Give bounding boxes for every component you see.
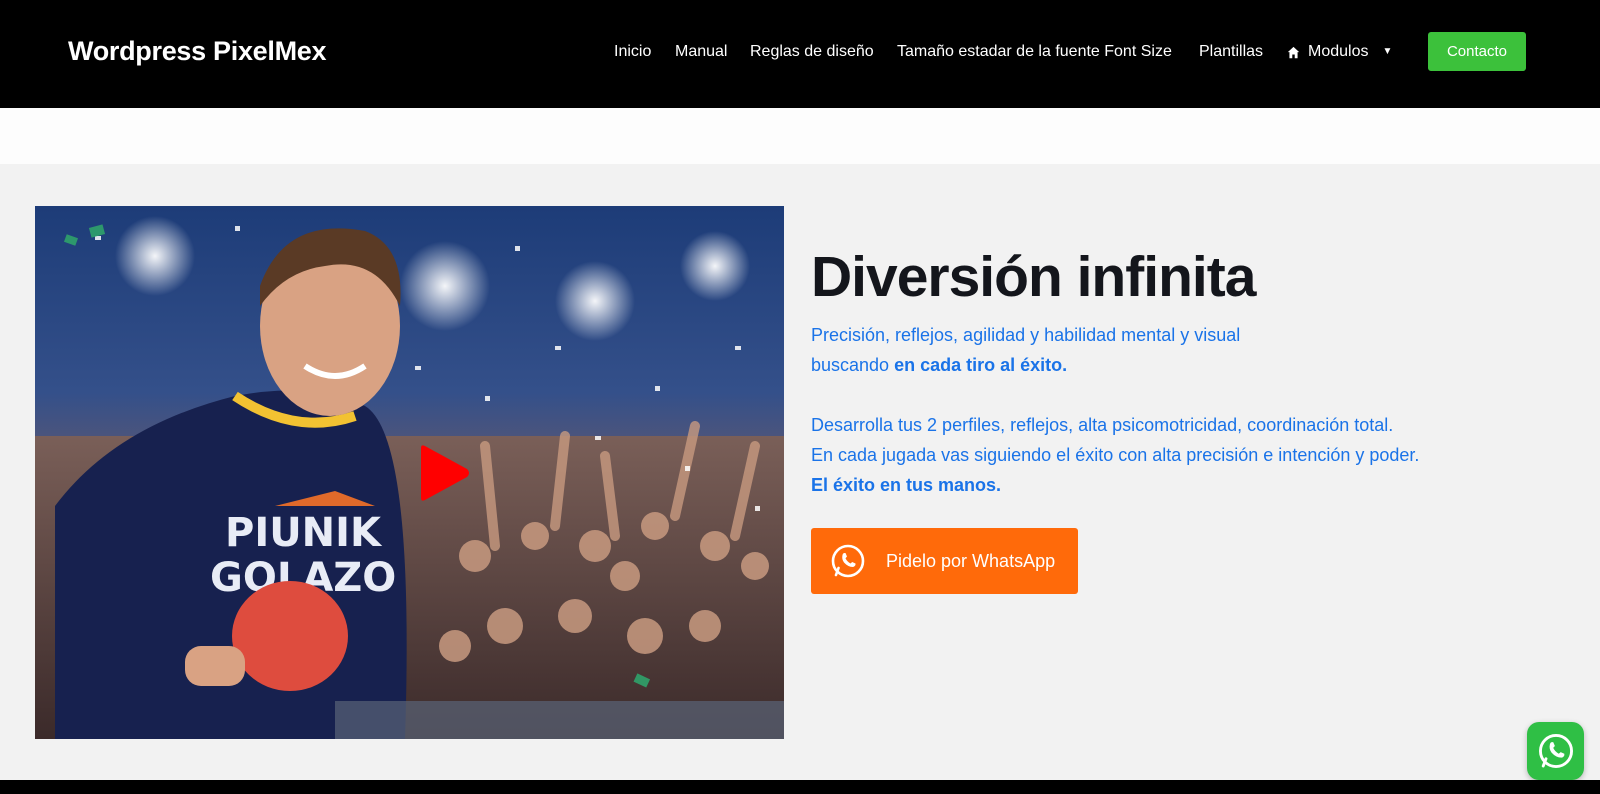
shirt-logo-line1: PIUNIK: [225, 510, 383, 556]
nav-item-reglas-de-diseno[interactable]: Reglas de diseño: [750, 42, 874, 62]
nav-item-tamano-fuente[interactable]: Tamaño estadar de la fuente Font Size: [897, 42, 1172, 62]
hero-text: Diversión infinita Precisión, reflejos, …: [811, 244, 1571, 500]
detail-line-2: En cada jugada vas siguiendo el éxito co…: [811, 445, 1420, 465]
whatsapp-icon: [1538, 734, 1573, 768]
detail-line-3-bold: El éxito en tus manos.: [811, 475, 1002, 495]
nav-item-plantillas[interactable]: Plantillas: [1199, 42, 1263, 62]
whatsapp-icon: [831, 544, 865, 578]
play-icon[interactable]: [415, 444, 471, 502]
detail-line-1: Desarrolla tus 2 perfiles, reflejos, alt…: [811, 415, 1394, 435]
spacer-strip: [0, 108, 1600, 164]
caret-down-icon: ▼: [1382, 46, 1393, 57]
whatsapp-order-button[interactable]: Pidelo por WhatsApp: [811, 528, 1078, 594]
intro-line-1: Precisión, reflejos, agilidad y habilida…: [811, 325, 1241, 345]
page-title: Diversión infinita: [811, 245, 1256, 309]
main-nav: Inicio Manual Reglas de diseño Tamaño es…: [0, 42, 1600, 64]
home-icon: [1287, 46, 1300, 58]
floating-whatsapp-button[interactable]: [1527, 722, 1584, 780]
intro-line-2-prefix: buscando: [811, 355, 895, 375]
nav-item-manual[interactable]: Manual: [675, 42, 727, 62]
main-content: PIUNIK GOLAZO Diversión infinita Precisi…: [0, 164, 1600, 780]
whatsapp-order-label: Pidelo por WhatsApp: [886, 550, 1056, 571]
intro-paragraph: Precisión, reflejos, agilidad y habilida…: [811, 320, 1571, 380]
footer-band: [0, 780, 1600, 794]
nav-item-modulos-label: Modulos: [1308, 43, 1369, 60]
detail-paragraph: Desarrolla tus 2 perfiles, reflejos, alt…: [811, 410, 1571, 500]
intro-line-2-bold: en cada tiro al éxito.: [894, 355, 1068, 375]
nav-item-inicio[interactable]: Inicio: [614, 42, 651, 62]
hero-image: PIUNIK GOLAZO: [35, 206, 784, 739]
hero-video-thumbnail[interactable]: PIUNIK GOLAZO: [35, 206, 784, 739]
contact-button[interactable]: Contacto: [1428, 32, 1526, 71]
nav-item-modulos[interactable]: Modulos ▼: [1287, 42, 1392, 62]
site-header: Wordpress PixelMex Inicio Manual Reglas …: [0, 0, 1600, 108]
